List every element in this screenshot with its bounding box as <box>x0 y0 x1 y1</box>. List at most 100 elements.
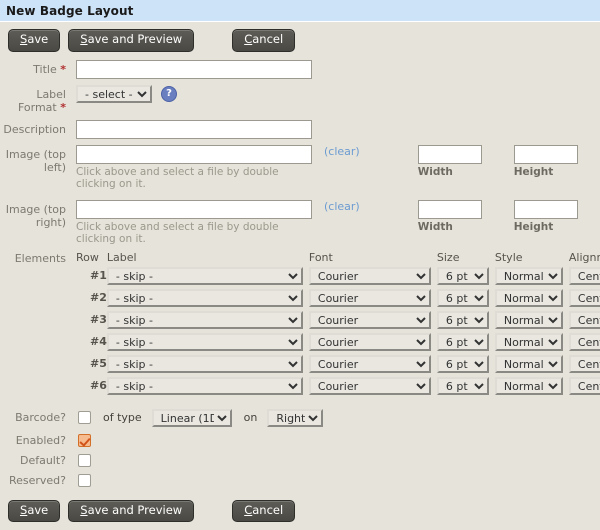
field-row-title: Title * <box>0 60 600 79</box>
save-label-bottom: ave <box>27 503 48 517</box>
image-top-right-hint: Click above and select a file by double … <box>76 221 316 245</box>
image-top-left-width-col: Width <box>418 145 482 178</box>
image-top-left-clear-link[interactable]: (clear) <box>324 145 360 158</box>
reserved-checkbox[interactable] <box>78 474 91 487</box>
image-top-left-width-input[interactable] <box>418 145 482 164</box>
element-label-select-5[interactable]: - skip - <box>107 355 303 373</box>
enabled-checkbox[interactable] <box>78 434 91 447</box>
badge-layout-form: Title * Label Format * - select - ? Desc… <box>0 60 600 487</box>
image-top-right-height-col: Height <box>514 200 578 233</box>
save-preview-accesskey-bottom: S <box>80 503 87 517</box>
element-font-select-1[interactable]: Courier <box>309 267 431 285</box>
element-font-select-5[interactable]: Courier <box>309 355 431 373</box>
default-checkbox[interactable] <box>78 454 91 467</box>
label-format-field-cell: - select - ? <box>66 85 600 103</box>
element-row-number-2: #2 <box>76 289 107 311</box>
element-label-select-1[interactable]: - skip - <box>107 267 303 285</box>
elements-table-head: Row Label Font Size Style Alignment <box>76 251 600 267</box>
element-alignment-cell-3: Center <box>563 311 600 333</box>
element-row-number-5: #5 <box>76 355 107 377</box>
element-row-number-3: #3 <box>76 311 107 333</box>
element-size-select-6[interactable]: 6 pt <box>437 377 489 395</box>
save-button-top[interactable]: Save <box>8 29 60 52</box>
element-font-select-3[interactable]: Courier <box>309 311 431 329</box>
barcode-type-select[interactable]: Linear (1D) <box>152 409 232 427</box>
image-top-right-width-input[interactable] <box>418 200 482 219</box>
reserved-label: Reserved? <box>0 474 66 487</box>
element-label-select-4[interactable]: - skip - <box>107 333 303 351</box>
element-style-select-6[interactable]: Normal <box>495 377 563 395</box>
option-row-enabled: Enabled? <box>0 434 600 447</box>
image-top-left-height-input[interactable] <box>514 145 578 164</box>
save-and-preview-button-bottom[interactable]: Save and Preview <box>68 500 194 523</box>
element-style-select-1[interactable]: Normal <box>495 267 563 285</box>
element-size-select-1[interactable]: 6 pt <box>437 267 489 285</box>
options-section: Barcode? of type Linear (1D) on Right En… <box>0 409 600 487</box>
element-alignment-select-4[interactable]: Center <box>569 333 600 351</box>
barcode-label: Barcode? <box>0 411 66 424</box>
element-size-cell-6: 6 pt <box>431 377 489 399</box>
image-top-left-input[interactable] <box>76 145 312 164</box>
description-input[interactable] <box>76 120 312 139</box>
title-input[interactable] <box>76 60 312 79</box>
barcode-checkbox[interactable] <box>78 411 91 424</box>
element-font-cell-2: Courier <box>303 289 431 311</box>
element-size-select-2[interactable]: 6 pt <box>437 289 489 307</box>
cancel-button-bottom[interactable]: Cancel <box>232 500 295 523</box>
image-top-right-label-line2: right) <box>0 216 66 229</box>
title-label-text: Title <box>33 63 57 76</box>
element-style-select-3[interactable]: Normal <box>495 311 563 329</box>
label-format-select[interactable]: - select - <box>76 85 152 103</box>
element-alignment-select-1[interactable]: Center <box>569 267 600 285</box>
element-size-select-3[interactable]: 6 pt <box>437 311 489 329</box>
element-label-cell-2: - skip - <box>107 289 303 311</box>
image-top-left-label-line2: left) <box>0 161 66 174</box>
image-top-right-height-input[interactable] <box>514 200 578 219</box>
element-alignment-select-2[interactable]: Center <box>569 289 600 307</box>
element-alignment-select-5[interactable]: Center <box>569 355 600 373</box>
label-format-label-line1: Label <box>0 88 66 101</box>
image-top-left-input-line <box>76 145 316 164</box>
element-row-number-4: #4 <box>76 333 107 355</box>
element-size-cell-3: 6 pt <box>431 311 489 333</box>
element-font-cell-3: Courier <box>303 311 431 333</box>
element-label-select-3[interactable]: - skip - <box>107 311 303 329</box>
save-button-bottom[interactable]: Save <box>8 500 60 523</box>
cancel-button-top[interactable]: Cancel <box>232 29 295 52</box>
element-font-select-4[interactable]: Courier <box>309 333 431 351</box>
col-header-style: Style <box>489 251 563 267</box>
element-font-cell-1: Courier <box>303 267 431 289</box>
image-top-right-label: Image (top right) <box>0 200 66 229</box>
element-style-select-2[interactable]: Normal <box>495 289 563 307</box>
title-label: Title * <box>0 60 66 76</box>
element-font-cell-5: Courier <box>303 355 431 377</box>
barcode-on-text: on <box>244 411 258 424</box>
save-and-preview-button-top[interactable]: Save and Preview <box>68 29 194 52</box>
col-header-row: Row <box>76 251 107 267</box>
image-top-right-clear-link[interactable]: (clear) <box>324 200 360 213</box>
table-row: #5 - skip - Courier 6 pt Normal Center <box>76 355 600 377</box>
element-size-select-5[interactable]: 6 pt <box>437 355 489 373</box>
element-label-select-6[interactable]: - skip - <box>107 377 303 395</box>
element-size-cell-5: 6 pt <box>431 355 489 377</box>
element-font-select-2[interactable]: Courier <box>309 289 431 307</box>
element-style-select-5[interactable]: Normal <box>495 355 563 373</box>
element-label-select-2[interactable]: - skip - <box>107 289 303 307</box>
table-row: #3 - skip - Courier 6 pt Normal Center <box>76 311 600 333</box>
barcode-position-select[interactable]: Right <box>267 409 323 427</box>
image-top-right-input[interactable] <box>76 200 312 219</box>
question-help-icon[interactable]: ? <box>161 86 177 102</box>
barcode-of-type-text: of type <box>103 411 142 424</box>
badge-layout-page: New Badge Layout Save Save and Preview C… <box>0 0 600 512</box>
element-alignment-select-3[interactable]: Center <box>569 311 600 329</box>
element-size-cell-2: 6 pt <box>431 289 489 311</box>
element-style-select-4[interactable]: Normal <box>495 333 563 351</box>
element-size-select-4[interactable]: 6 pt <box>437 333 489 351</box>
elements-table-body: #1 - skip - Courier 6 pt Normal Center #… <box>76 267 600 399</box>
element-font-select-6[interactable]: Courier <box>309 377 431 395</box>
option-row-barcode: Barcode? of type Linear (1D) on Right <box>0 409 600 427</box>
element-label-cell-1: - skip - <box>107 267 303 289</box>
element-alignment-select-6[interactable]: Center <box>569 377 600 395</box>
element-alignment-cell-6: Center <box>563 377 600 399</box>
element-style-cell-4: Normal <box>489 333 563 355</box>
